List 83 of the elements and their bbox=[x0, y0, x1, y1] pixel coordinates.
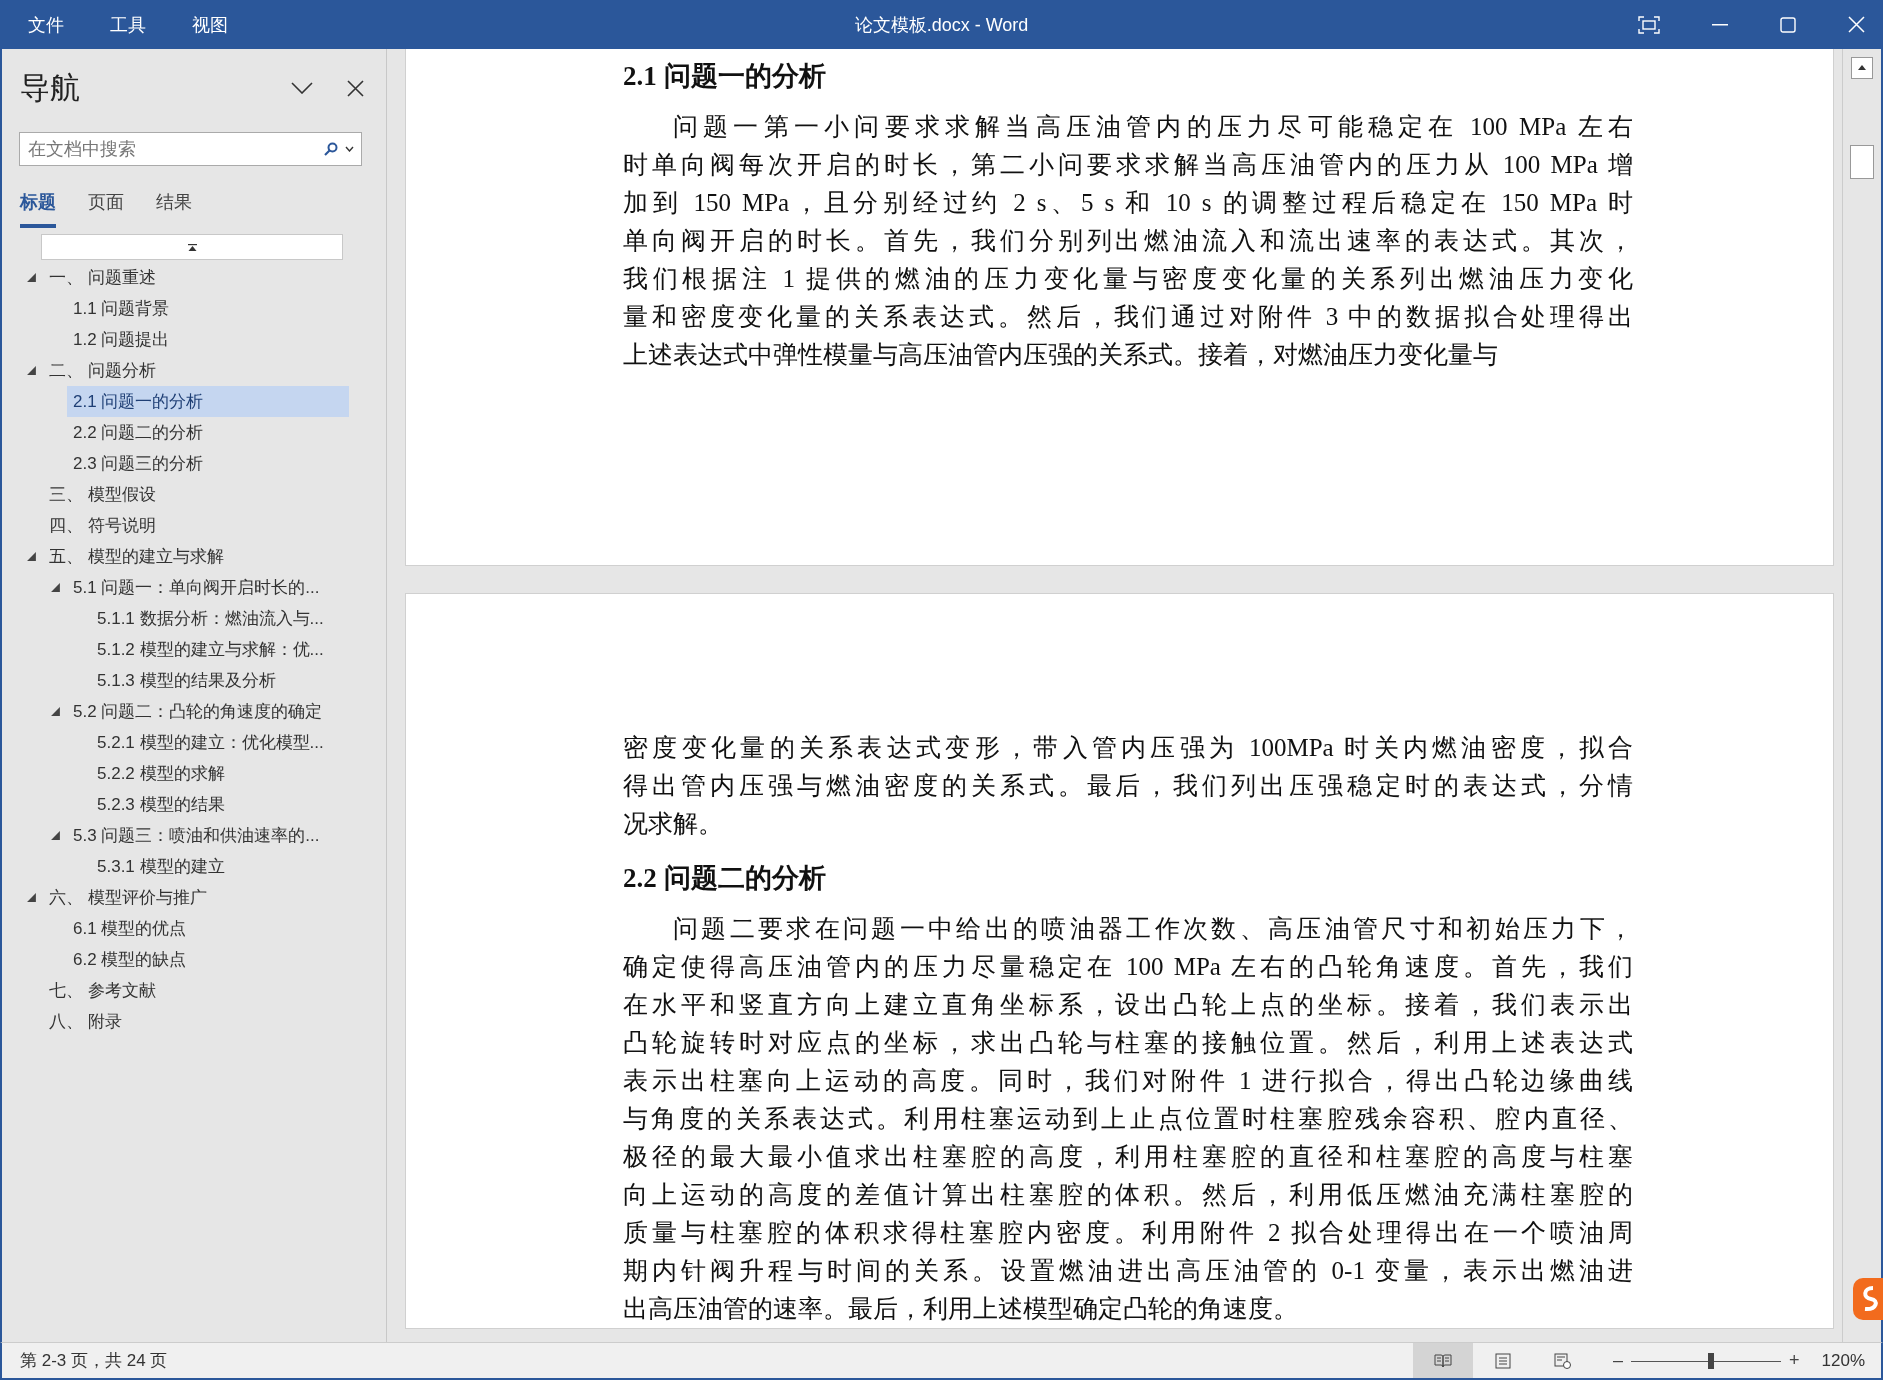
heading-item[interactable]: 四、 符号说明 bbox=[43, 510, 325, 541]
minimize-icon[interactable] bbox=[1712, 23, 1728, 26]
text-line: 密度变化量的关系表达式变形，带入管内压强为 100MPa 时关内燃油密度，拟合 bbox=[623, 733, 1633, 763]
chevron-down-icon[interactable] bbox=[291, 82, 313, 94]
zoom-in-button[interactable]: + bbox=[1789, 1350, 1800, 1371]
input-method-icon[interactable] bbox=[1853, 1278, 1883, 1320]
scroll-thumb[interactable] bbox=[1850, 145, 1874, 179]
heading-item[interactable]: 1.2 问题提出 bbox=[67, 324, 349, 355]
heading-item[interactable]: 5.2 问题二：凸轮的角速度的确定 bbox=[67, 696, 349, 727]
heading-item[interactable]: 二、 问题分析 bbox=[43, 355, 325, 386]
heading-item[interactable]: 6.1 模型的优点 bbox=[67, 913, 349, 944]
focus-mode-icon[interactable] bbox=[1638, 15, 1660, 34]
text-line: 我们根据注 1 提供的燃油的压力变化量与密度变化量的关系列出燃油压力变化 bbox=[623, 264, 1633, 294]
heading-item[interactable]: 八、 附录 bbox=[43, 1006, 325, 1037]
heading-item[interactable]: 六、 模型评价与推广 bbox=[43, 882, 325, 913]
expanded-triangle-icon[interactable] bbox=[26, 365, 37, 376]
text-line: 加到 150 MPa，且分别经过约 2 s、5 s 和 10 s 的调整过程后稳定在 150 MPa 时 bbox=[623, 188, 1633, 218]
section-heading: 2.1 问题一的分析 bbox=[623, 60, 827, 93]
text-line: 问题一第一小问要求求解当高压油管内的压力尽可能稳定在 100 MPa 左右 bbox=[672, 112, 1633, 142]
expanded-triangle-icon[interactable] bbox=[26, 272, 37, 283]
caret-icon[interactable] bbox=[345, 146, 354, 152]
scroll-up-icon bbox=[187, 243, 197, 251]
slider-thumb[interactable] bbox=[1707, 1352, 1714, 1369]
heading-item[interactable]: 6.2 模型的缺点 bbox=[67, 944, 349, 975]
pane-title: 导航 bbox=[20, 69, 80, 106]
heading-item[interactable]: 5.2.3 模型的结果 bbox=[91, 789, 373, 820]
heading-item[interactable]: 5.1 问题一：单向阀开启时长的... bbox=[67, 572, 349, 603]
menu-item[interactable]: 文件 bbox=[28, 12, 64, 37]
maximize-icon[interactable] bbox=[1780, 16, 1796, 33]
section-heading: 2.2 问题二的分析 bbox=[623, 862, 827, 895]
heading-item[interactable]: 2.2 问题二的分析 bbox=[67, 417, 349, 448]
book-icon bbox=[1434, 1353, 1452, 1368]
menu-item[interactable]: 视图 bbox=[192, 12, 228, 37]
text-line: 问题二要求在问题一中给出的喷油器工作次数、高压油管尺寸和初始压力下， bbox=[672, 914, 1633, 944]
heading-item[interactable]: 5.1.1 数据分析：燃油流入与... bbox=[91, 603, 373, 634]
tab[interactable]: 页面 bbox=[88, 190, 124, 228]
heading-item[interactable]: 5.3.1 模型的建立 bbox=[91, 851, 373, 882]
text-line: 单向阀开启的时长。首先，我们分别列出燃油流入和流出速率的表达式。其次， bbox=[623, 226, 1633, 256]
heading-item[interactable]: 一、 问题重述 bbox=[43, 262, 325, 293]
expanded-triangle-icon[interactable] bbox=[26, 892, 37, 903]
text-line: 表示出柱塞向上运动的高度。同时，我们对附件 1 进行拟合，得出凸轮边缘曲线 bbox=[623, 1066, 1633, 1096]
text-line: 出高压油管的速率。最后，利用上述模型确定凸轮的角速度。 bbox=[623, 1294, 1299, 1324]
text-line: 量和密度变化量的关系表达式。然后，我们通过对附件 3 中的数据拟合处理得出 bbox=[623, 302, 1633, 332]
close-icon[interactable] bbox=[347, 79, 364, 97]
text-line: 况求解。 bbox=[623, 809, 724, 839]
tab[interactable]: 标题 bbox=[20, 190, 56, 228]
text-line: 向上运动的高度的差值计算出柱塞腔的体积。然后，利用低压燃油充满柱塞腔的 bbox=[623, 1180, 1633, 1210]
heading-item[interactable]: 七、 参考文献 bbox=[43, 975, 325, 1006]
text-line: 上述表达式中弹性模量与高压油管内压强的关系式。接着，对燃油压力变化量与 bbox=[623, 340, 1499, 370]
text-line: 与角度的关系表达式。利用柱塞运动到上止点位置时柱塞腔残余容积、腔内直径、 bbox=[623, 1104, 1633, 1134]
expanded-triangle-icon[interactable] bbox=[50, 830, 61, 841]
text-line: 得出管内压强与燃油密度的关系式。最后，我们列出压强稳定时的表达式，分情 bbox=[623, 771, 1633, 801]
heading-item[interactable]: 5.1.2 模型的建立与求解：优... bbox=[91, 634, 373, 665]
text-line: 凸轮旋转时对应点的坐标，求出凸轮与柱塞的接触位置。然后，利用上述表达式 bbox=[623, 1028, 1633, 1058]
page-count: 第 2-3 页，共 24 页 bbox=[20, 1350, 168, 1372]
text-line: 在水平和竖直方向上建立直角坐标系，设出凸轮上点的坐标。接着，我们表示出 bbox=[623, 990, 1633, 1020]
text-line: 确定使得高压油管内的压力尽量稳定在 100 MPa 左右的凸轮角速度。首先，我们 bbox=[623, 952, 1633, 982]
zoom-slider[interactable] bbox=[1631, 1352, 1781, 1369]
zoom-out-button[interactable]: – bbox=[1613, 1350, 1623, 1371]
heading-item[interactable]: 三、 模型假设 bbox=[43, 479, 325, 510]
heading-item[interactable]: 5.3 问题三：喷油和供油速率的... bbox=[67, 820, 349, 851]
tab[interactable]: 结果 bbox=[156, 190, 192, 228]
heading-item[interactable]: 2.3 问题三的分析 bbox=[67, 448, 349, 479]
expanded-triangle-icon[interactable] bbox=[26, 551, 37, 562]
menu-item[interactable]: 工具 bbox=[110, 12, 146, 37]
expanded-triangle-icon[interactable] bbox=[50, 706, 61, 717]
search-field[interactable]: 在文档中搜索 bbox=[19, 132, 362, 166]
text-line: 极径的最大最小值求出柱塞腔的高度，利用柱塞腔的直径和柱塞腔的高度与柱塞 bbox=[623, 1142, 1633, 1172]
heading-item[interactable]: 5.2.1 模型的建立：优化模型... bbox=[91, 727, 373, 758]
search-icon[interactable] bbox=[324, 142, 338, 156]
heading-item[interactable]: 1.1 问题背景 bbox=[67, 293, 349, 324]
heading-item[interactable]: 5.2.2 模型的求解 bbox=[91, 758, 373, 789]
window-title: 论文模板.docx - Word bbox=[854, 13, 1029, 37]
expanded-triangle-icon[interactable] bbox=[50, 582, 61, 593]
text-line: 时单向阀每次开启的时长，第二小问要求求解当高压油管内的压力从 100 MPa 增 bbox=[623, 150, 1633, 180]
text-line: 质量与柱塞腔的体积求得柱塞腔内密度。利用附件 2 拟合处理得出在一个喷油周 bbox=[623, 1218, 1633, 1248]
heading-item[interactable]: 五、 模型的建立与求解 bbox=[43, 541, 325, 572]
page-icon bbox=[1495, 1352, 1511, 1369]
zoom-level[interactable]: 120% bbox=[1821, 1350, 1865, 1371]
heading-item[interactable]: 5.1.3 模型的结果及分析 bbox=[91, 665, 373, 696]
text-line: 期内针阀升程与时间的关系。设置燃油进出高压油管的 0-1 变量，表示出燃油进 bbox=[623, 1256, 1633, 1286]
heading-item[interactable]: 2.1 问题一的分析 bbox=[67, 386, 349, 417]
web-page-icon bbox=[1554, 1352, 1572, 1369]
